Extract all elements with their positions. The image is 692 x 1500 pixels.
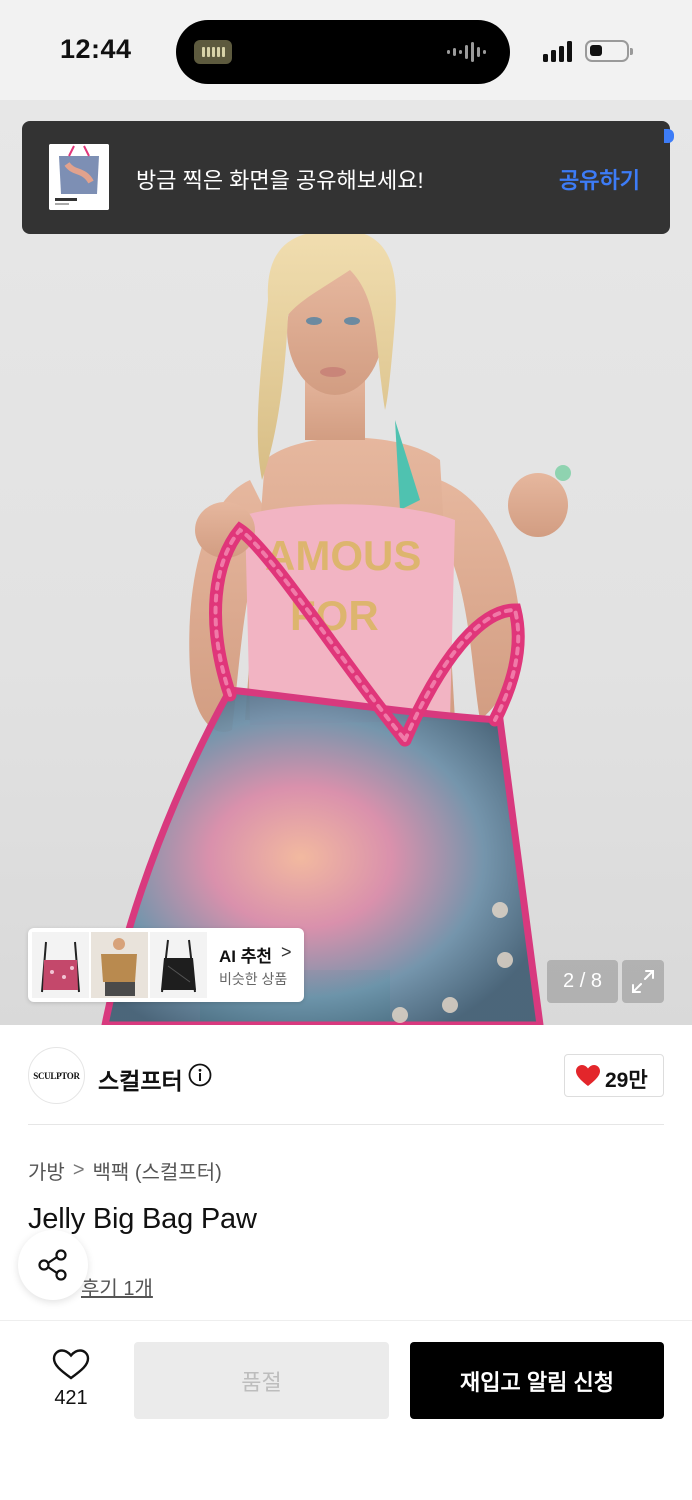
status-bar: 12:44 — [0, 0, 692, 100]
live-activity-icon — [194, 40, 232, 64]
audio-wave-icon — [447, 42, 486, 62]
breadcrumb: 가방 > 백팩 (스컬프터) — [28, 1156, 222, 1185]
share-icon — [38, 1249, 67, 1281]
wishlist-button[interactable]: 421 — [38, 1343, 104, 1413]
heart-filled-icon — [576, 1065, 600, 1086]
battery-icon — [585, 40, 633, 62]
chevron-right-icon: > — [72, 1159, 85, 1181]
wishlist-count: 421 — [54, 1387, 88, 1409]
toast-indicator — [664, 129, 674, 143]
product-photo: AMOUS FOR — [101, 230, 571, 1025]
ai-recommend-title: AI 추천 — [219, 947, 273, 966]
status-time: 12:44 — [60, 34, 132, 64]
product-image[interactable]: AMOUS FOR — [0, 100, 692, 1025]
breadcrumb-subcategory[interactable]: 백팩 (스컬프터) — [93, 1156, 222, 1185]
expand-icon[interactable] — [622, 960, 664, 1003]
soldout-button: 품절 — [134, 1342, 389, 1419]
share-toast: 방금 찍은 화면을 공유해보세요! 공유하기 — [22, 121, 674, 234]
recommend-thumb-3[interactable] — [150, 932, 207, 998]
brand-like-button[interactable]: 29만 — [564, 1054, 664, 1097]
chevron-right-icon: > — [281, 942, 292, 962]
info-icon[interactable] — [188, 1063, 212, 1087]
cellular-signal-icon — [543, 40, 572, 62]
brand-like-count: 29만 — [605, 1069, 648, 1092]
ai-recommend-card[interactable]: AI 추천 > 비슷한 상품 — [28, 928, 304, 1002]
breadcrumb-category[interactable]: 가방 — [28, 1156, 65, 1185]
dynamic-island — [176, 20, 510, 84]
image-counter: 2 / 8 — [547, 960, 618, 1003]
ai-recommend-subtitle: 비슷한 상품 — [219, 971, 288, 987]
toast-screenshot-thumbnail — [49, 144, 109, 210]
svg-text:AMOUS: AMOUS — [265, 532, 421, 579]
review-link[interactable]: 후기 1개 — [81, 1272, 153, 1301]
divider — [28, 1124, 664, 1125]
recommend-thumb-2[interactable] — [91, 932, 148, 998]
brand-name[interactable]: 스컬프터 — [98, 1062, 183, 1096]
heart-outline-icon — [52, 1349, 90, 1380]
share-button[interactable] — [18, 1230, 88, 1300]
brand-logo[interactable]: SCULPTOR — [28, 1047, 85, 1104]
restock-alert-button[interactable]: 재입고 알림 신청 — [410, 1342, 664, 1419]
toast-message: 방금 찍은 화면을 공유해보세요! — [136, 168, 424, 193]
recommend-thumb-1[interactable] — [32, 932, 89, 998]
toast-share-button[interactable]: 공유하기 — [559, 163, 640, 195]
